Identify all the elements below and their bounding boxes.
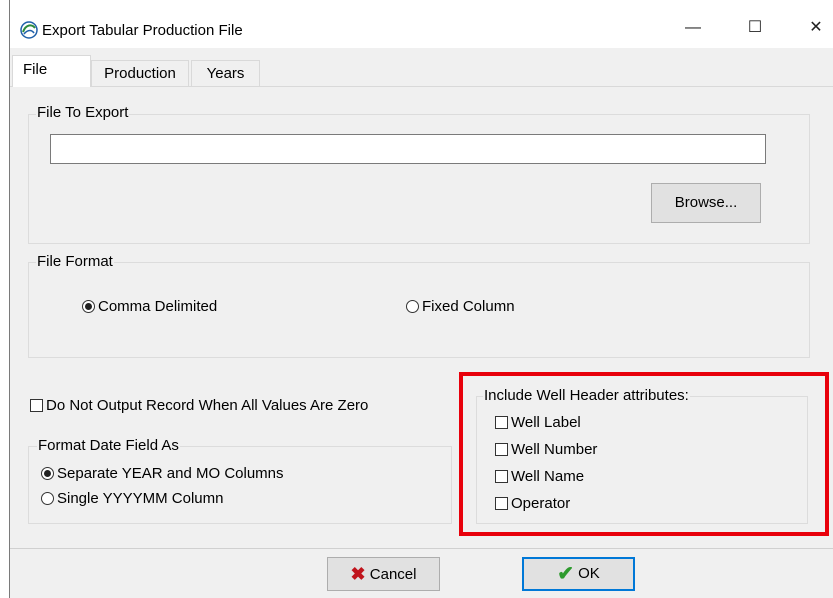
single-yyyymm-label: Single YYYYMM Column (57, 490, 224, 507)
green-check-icon: ✔ (557, 563, 574, 585)
separate-year-mo-label: Separate YEAR and MO Columns (57, 465, 284, 482)
separate-year-mo-radio[interactable]: Separate YEAR and MO Columns (41, 465, 284, 483)
date-format-group (28, 446, 452, 524)
window-title: Export Tabular Production File (42, 22, 243, 39)
date-format-legend: Format Date Field As (37, 437, 180, 455)
file-format-legend: File Format (36, 253, 114, 271)
fixed-column-label: Fixed Column (422, 298, 515, 315)
well-header-highlight-box (459, 372, 829, 536)
maximize-button[interactable]: ☐ (732, 8, 778, 48)
browse-button[interactable]: Browse... (651, 183, 761, 223)
minimize-button[interactable]: — (670, 8, 716, 48)
app-swirl-icon (20, 21, 38, 39)
fixed-column-radio[interactable]: Fixed Column (406, 298, 515, 316)
title-bar[interactable]: Export Tabular Production File — ☐ ✕ (10, 0, 833, 48)
checkbox-icon (30, 399, 43, 412)
tab-production[interactable]: Production (91, 60, 189, 86)
button-bar-divider (10, 548, 833, 549)
file-path-input[interactable] (50, 134, 766, 164)
ok-label: OK (578, 565, 600, 582)
single-yyyymm-radio[interactable]: Single YYYYMM Column (41, 490, 223, 508)
ok-button[interactable]: ✔ OK (522, 557, 635, 591)
zero-values-label: Do Not Output Record When All Values Are… (46, 397, 369, 414)
comma-delimited-label: Comma Delimited (98, 298, 218, 315)
red-x-icon: ✖ (350, 564, 366, 584)
radio-unselected-icon (41, 492, 54, 505)
cancel-button[interactable]: ✖ Cancel (327, 557, 440, 591)
tab-years[interactable]: Years (191, 60, 260, 86)
tab-file[interactable]: File (12, 55, 91, 87)
zero-values-checkbox[interactable]: Do Not Output Record When All Values Are… (30, 397, 368, 415)
close-button[interactable]: ✕ (793, 8, 833, 48)
cancel-label: Cancel (369, 566, 417, 583)
comma-delimited-radio[interactable]: Comma Delimited (82, 298, 217, 316)
radio-selected-icon (41, 467, 54, 480)
file-to-export-legend: File To Export (36, 104, 130, 122)
radio-unselected-icon (406, 300, 419, 313)
radio-selected-icon (82, 300, 95, 313)
dialog-window: Export Tabular Production File — ☐ ✕ Fil… (9, 0, 833, 598)
